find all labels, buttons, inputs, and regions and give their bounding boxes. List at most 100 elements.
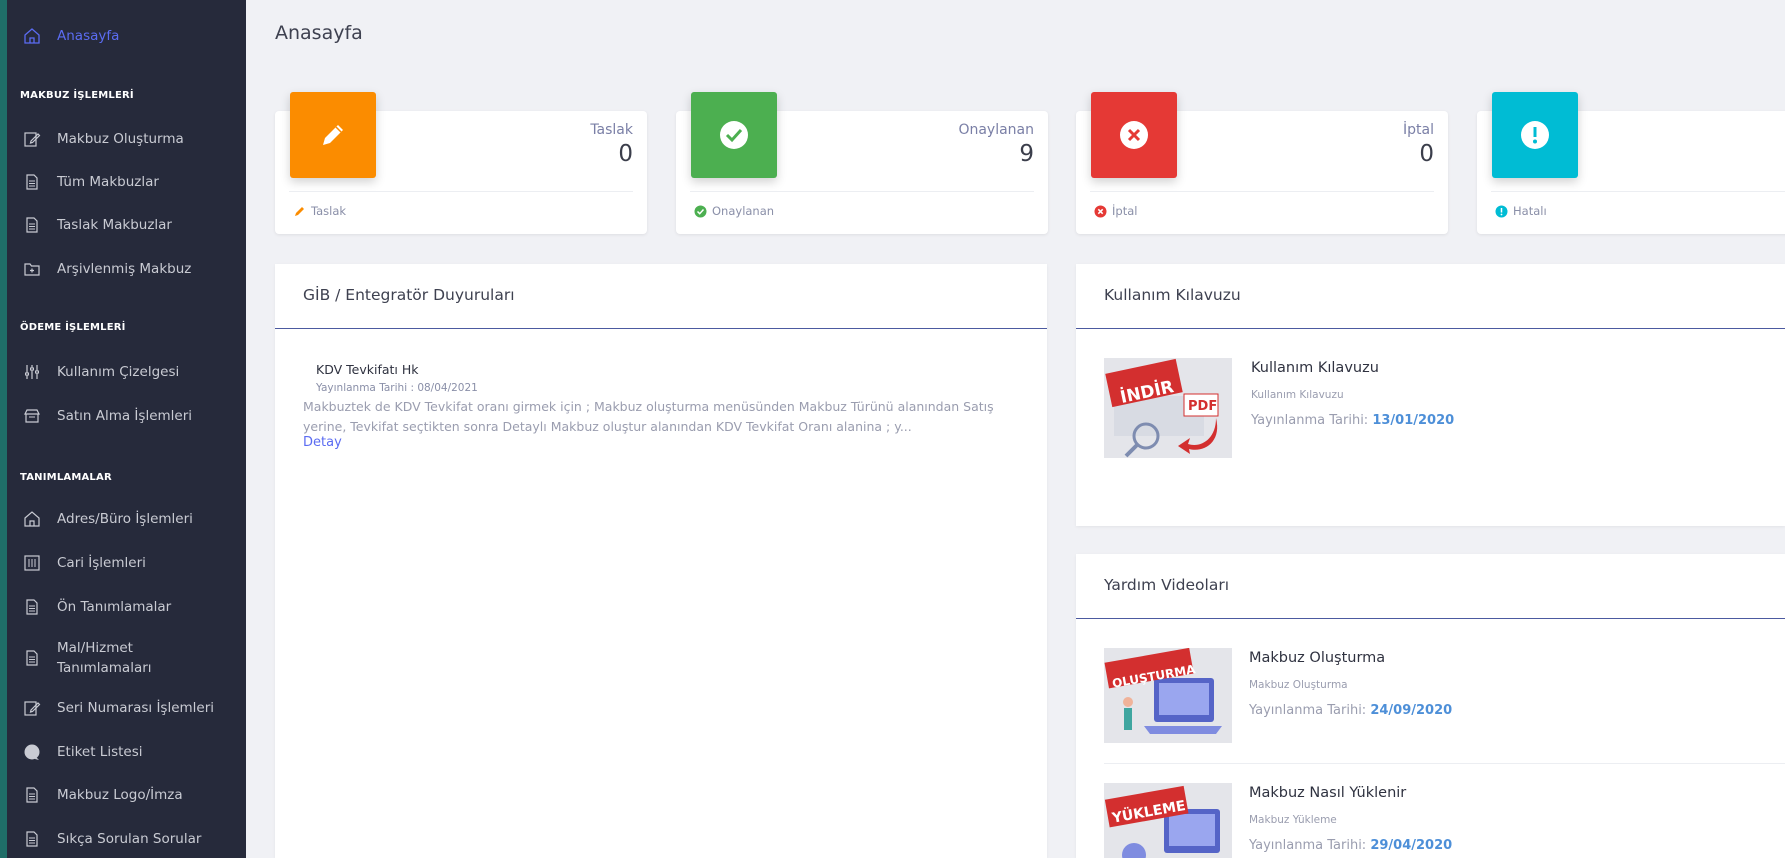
stat-footer-label: Onaylanan [712,204,775,218]
sidebar-item-tum-makbuzlar[interactable]: Tüm Makbuzlar [7,172,246,192]
sidebar-item-sss[interactable]: Sıkça Sorulan Sorular [7,829,246,849]
panel-header: Yardım Videoları [1076,554,1785,619]
document-icon [22,215,42,235]
stat-divider [1090,191,1434,192]
stat-tile-taslak [290,92,376,178]
sidebar-item-satin-alma[interactable]: Satın Alma İşlemleri [7,406,246,426]
sidebar-item-seri-numarasi[interactable]: Seri Numarası İşlemleri [7,698,246,718]
sidebar-item-label: Arşivlenmiş Makbuz [57,261,192,277]
chat-bubble-icon [22,742,42,762]
guide-item-date: Yayınlanma Tarihi: 13/01/2020 [1251,413,1454,428]
sidebar-item-label: Seri Numarası İşlemleri [57,700,215,716]
stat-divider [289,191,633,192]
sidebar-item-kullanim-cizelgesi[interactable]: Kullanım Çizelgesi [7,362,246,382]
date-label: Yayınlanma Tarihi: [1251,413,1369,428]
date-value: 13/01/2020 [1372,413,1455,428]
panel-title: GİB / Entegratör Duyuruları [303,286,515,304]
panel-header: GİB / Entegratör Duyuruları [275,264,1047,329]
sidebar-item-on-tanimlamalar[interactable]: Ön Tanımlamalar [7,597,246,617]
sidebar-item-label: Adres/Büro İşlemleri [57,511,193,527]
stat-footer-label: Taslak [311,204,347,218]
stat-footer: Taslak [293,204,346,218]
stat-value: 0 [618,141,633,167]
document-icon [22,829,42,849]
exclamation-circle-icon [1495,205,1508,218]
section-title-odeme: ÖDEME İŞLEMLERİ [20,322,126,333]
video-item-title[interactable]: Makbuz Nasıl Yüklenir [1249,785,1406,801]
section-title-tanimlamalar: TANIMLAMALAR [20,472,112,483]
sidebar-item-etiket-listesi[interactable]: Etiket Listesi [7,742,246,762]
folder-plus-icon [22,259,42,279]
announcements-panel: GİB / Entegratör Duyuruları KDV Tevkifat… [275,264,1047,858]
document-icon [22,785,42,805]
sidebar-item-logo-imza[interactable]: Makbuz Logo/İmza [7,785,246,805]
stat-label: Taslak [590,122,633,138]
stat-tile-onaylanan [691,92,777,178]
x-circle-icon [1120,121,1148,149]
guide-item-subtitle: Kullanım Kılavuzu [1251,389,1344,401]
announcement-date: Yayınlanma Tarihi : 08/04/2021 [316,382,478,394]
sidebar-item-label: Tüm Makbuzlar [57,174,159,190]
stat-divider [1491,191,1785,192]
sidebar-item-arsivlenmis-makbuz[interactable]: Arşivlenmiş Makbuz [7,259,246,279]
document-icon [22,172,42,192]
edit-document-icon [22,129,42,149]
sidebar-item-label: Ön Tanımlamalar [57,599,172,615]
video-item-title[interactable]: Makbuz Oluşturma [1249,650,1385,666]
guide-thumbnail[interactable]: İNDİR PDF [1104,358,1232,458]
stat-tile-iptal [1091,92,1177,178]
stat-label: Onaylanan [958,122,1034,138]
date-label: Yayınlanma Tarihi: [1249,838,1367,853]
page-title: Anasayfa [275,22,363,44]
sidebar-item-label: Mal/Hizmet [57,640,133,656]
check-circle-icon [720,121,748,149]
sidebar-item-label-line2: Tanımlamaları [57,660,152,676]
panel-title: Yardım Videoları [1104,576,1230,594]
video-thumbnail[interactable]: OLUŞTURMA [1104,648,1232,743]
sliders-box-icon [22,553,42,573]
video-item-date: Yayınlanma Tarihi: 24/09/2020 [1249,703,1452,718]
pencil-icon [323,125,343,145]
x-circle-icon [1094,205,1107,218]
home-icon [22,509,42,529]
stat-tile-hatali [1492,92,1578,178]
sidebar: Anasayfa MAKBUZ İŞLEMLERİ Makbuz Oluştur… [0,0,246,858]
stat-footer-label: Hatalı [1513,204,1547,218]
sidebar-item-makbuz-olusturma[interactable]: Makbuz Oluşturma [7,129,246,149]
sidebar-item-mal-hizmet[interactable]: Mal/Hizmet Tanımlamaları [7,638,246,678]
sidebar-item-cari[interactable]: Cari İşlemleri [7,553,246,573]
sliders-icon [22,362,42,382]
panel-title: Kullanım Kılavuzu [1104,286,1241,304]
panel-header: Kullanım Kılavuzu [1076,264,1785,329]
sidebar-item-label: Makbuz Logo/İmza [57,787,183,803]
stat-label: İptal [1403,122,1434,138]
stat-value: 0 [1419,141,1434,167]
sidebar-item-adres-buro[interactable]: Adres/Büro İşlemleri [7,509,246,529]
sidebar-item-label: Kullanım Çizelgesi [57,364,180,380]
date-value: 29/04/2020 [1370,838,1453,853]
stat-footer: Hatalı [1495,204,1547,218]
sidebar-item-home[interactable]: Anasayfa [7,26,246,46]
stat-footer: İptal [1094,204,1137,218]
home-icon [22,26,42,46]
check-circle-icon [694,205,707,218]
guide-item-title[interactable]: Kullanım Kılavuzu [1251,360,1379,376]
sidebar-item-taslak-makbuzlar[interactable]: Taslak Makbuzlar [7,215,246,235]
store-icon [22,406,42,426]
video-thumbnail[interactable]: YÜKLEME [1104,783,1232,858]
sidebar-item-label: Makbuz Oluşturma [57,131,184,147]
sidebar-item-label: Anasayfa [57,28,120,44]
stat-footer: Onaylanan [694,204,774,218]
announcement-body: Makbuztek de KDV Tevkifat oranı girmek i… [303,399,994,434]
stat-divider [690,191,1034,192]
document-icon [22,597,42,617]
sidebar-item-label: Sıkça Sorulan Sorular [57,831,202,847]
announcement-detail-link[interactable]: Detay [303,435,342,450]
sidebar-item-label: Etiket Listesi [57,744,143,760]
guide-thumb-badge: PDF [1188,399,1217,414]
edit-document-icon [22,698,42,718]
announcement-title: KDV Tevkifatı Hk [316,362,419,377]
stat-value: 9 [1019,141,1034,167]
video-item-date: Yayınlanma Tarihi: 29/04/2020 [1249,838,1452,853]
sidebar-item-label: Taslak Makbuzlar [57,217,172,233]
